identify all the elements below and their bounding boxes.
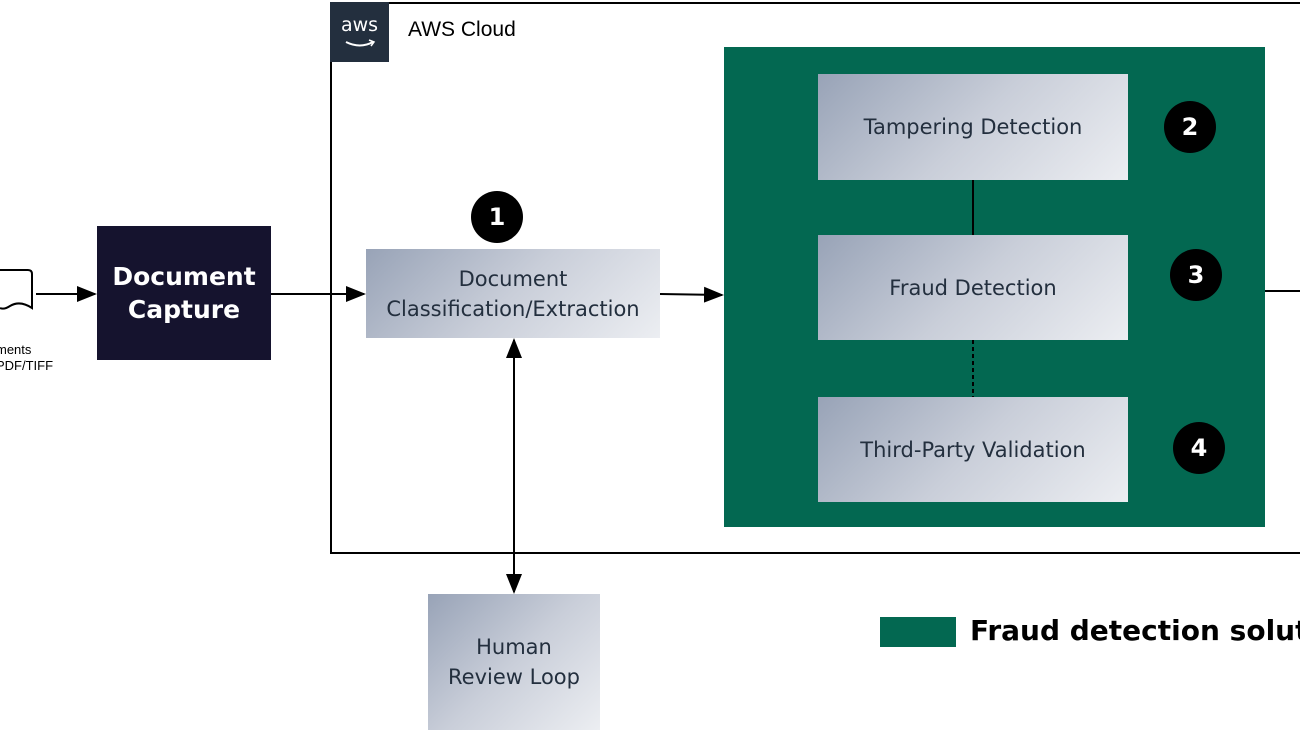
legend-label: Fraud detection soluti — [970, 614, 1300, 647]
source-label-line1: ments — [0, 342, 32, 357]
tampering-node: Tampering Detection — [818, 74, 1128, 180]
step-badge-2: 2 — [1164, 101, 1216, 153]
step-badge-4: 4 — [1173, 422, 1225, 474]
document-capture-node: Document Capture — [97, 226, 271, 360]
document-icon — [0, 269, 33, 310]
human-review-node: Human Review Loop — [428, 594, 600, 730]
classification-node: Document Classification/Extraction — [366, 249, 660, 338]
source-label: ments PDF/TIFF — [0, 342, 53, 374]
fraud-node: Fraud Detection — [818, 235, 1128, 340]
step-badge-1: 1 — [471, 191, 523, 243]
arrow-classification-fraud — [659, 286, 724, 303]
third-party-node: Third-Party Validation — [818, 397, 1128, 502]
source-label-line2: PDF/TIFF — [0, 358, 54, 373]
legend-swatch — [880, 617, 956, 647]
step-badge-3: 3 — [1170, 249, 1222, 301]
